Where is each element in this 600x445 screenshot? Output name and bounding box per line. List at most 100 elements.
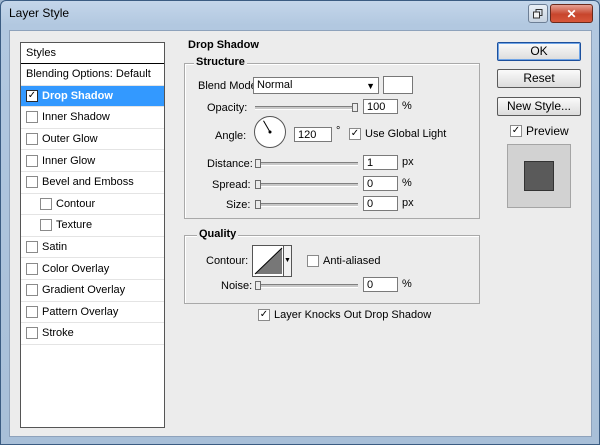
anti-aliased-checkbox[interactable]: Anti-aliased xyxy=(307,255,380,267)
style-item-label: Inner Shadow xyxy=(42,111,110,124)
style-item-satin[interactable]: Satin xyxy=(21,237,164,259)
style-item-label: Color Overlay xyxy=(42,262,110,275)
noise-slider[interactable] xyxy=(255,281,358,290)
checkbox-icon[interactable] xyxy=(26,262,38,275)
distance-field[interactable] xyxy=(363,155,398,170)
style-item-label: Satin xyxy=(42,241,68,254)
angle-dial[interactable] xyxy=(253,115,287,149)
checkbox-icon[interactable] xyxy=(26,305,38,318)
size-label: Size: xyxy=(226,199,251,211)
checkbox-icon: ✓ xyxy=(510,125,522,137)
restore-icon xyxy=(533,8,543,18)
style-item-texture[interactable]: Texture xyxy=(21,215,164,237)
styles-header[interactable]: Styles xyxy=(21,43,164,64)
size-field[interactable] xyxy=(363,196,398,211)
spread-unit: % xyxy=(402,177,412,189)
preview-label: Preview xyxy=(526,124,569,138)
checkbox-icon[interactable] xyxy=(26,154,38,167)
checkbox-icon xyxy=(307,255,319,267)
style-item-label: Texture xyxy=(56,219,93,232)
style-item-contour[interactable]: Contour xyxy=(21,194,164,216)
size-slider[interactable] xyxy=(255,200,358,209)
checkbox-icon[interactable] xyxy=(26,284,38,297)
spread-field[interactable] xyxy=(363,176,398,191)
style-item-inner-shadow[interactable]: Inner Shadow xyxy=(21,107,164,129)
restore-button[interactable] xyxy=(528,4,548,23)
style-item-label: Outer Glow xyxy=(42,133,98,146)
window-title: Layer Style xyxy=(9,6,70,20)
opacity-label: Opacity: xyxy=(207,102,248,114)
style-item-label: Drop Shadow xyxy=(42,89,113,102)
style-item-color-overlay[interactable]: Color Overlay xyxy=(21,258,164,280)
quality-title: Quality xyxy=(197,228,239,240)
preview-checkbox[interactable]: ✓ Preview xyxy=(510,124,569,138)
checkbox-icon[interactable] xyxy=(26,111,38,124)
size-unit: px xyxy=(402,197,414,209)
style-item-label: Gradient Overlay xyxy=(42,284,126,297)
checkbox-icon[interactable] xyxy=(40,219,52,232)
ok-button[interactable]: OK xyxy=(497,42,581,61)
anti-aliased-label: Anti-aliased xyxy=(323,255,381,267)
style-item-gradient-overlay[interactable]: Gradient Overlay xyxy=(21,280,164,302)
contour-curve-icon xyxy=(254,247,283,275)
use-global-light-label: Use Global Light xyxy=(365,128,447,140)
distance-slider-thumb[interactable] xyxy=(255,159,261,168)
checkbox-icon[interactable] xyxy=(26,327,38,340)
spread-label: Spread: xyxy=(212,179,251,191)
layer-style-window: Layer Style ✕ Styles Blending Options: D… xyxy=(0,0,600,445)
style-item-label: Stroke xyxy=(42,327,74,340)
noise-slider-thumb[interactable] xyxy=(255,281,261,290)
contour-dropdown-icon: ▼ xyxy=(283,246,291,276)
blend-mode-select[interactable]: Normal ▼ xyxy=(253,77,379,94)
distance-unit: px xyxy=(402,156,414,168)
style-item-stroke[interactable]: Stroke xyxy=(21,323,164,345)
checkbox-icon[interactable] xyxy=(40,197,52,210)
opacity-slider-thumb[interactable] xyxy=(352,103,358,112)
angle-label: Angle: xyxy=(215,130,247,142)
contour-label: Contour: xyxy=(206,255,249,267)
new-style-button[interactable]: New Style... xyxy=(497,97,581,116)
use-global-light-checkbox[interactable]: ✓ Use Global Light xyxy=(349,128,446,140)
blend-mode-value: Normal xyxy=(257,79,293,91)
angle-field[interactable] xyxy=(294,127,332,142)
drop-shadow-title: Drop Shadow xyxy=(186,39,261,51)
style-item-outer-glow[interactable]: Outer Glow xyxy=(21,129,164,151)
contour-picker[interactable]: ▼ xyxy=(252,245,292,277)
opacity-unit: % xyxy=(402,100,412,112)
distance-slider[interactable] xyxy=(255,159,358,168)
preview-thumbnail xyxy=(507,144,571,208)
spread-slider[interactable] xyxy=(255,180,358,189)
preview-swatch xyxy=(524,161,554,191)
opacity-slider[interactable] xyxy=(255,103,358,112)
title-bar[interactable]: Layer Style ✕ xyxy=(1,1,599,25)
noise-label: Noise: xyxy=(221,280,253,292)
checkbox-icon[interactable] xyxy=(26,241,38,254)
checkbox-icon: ✓ xyxy=(349,128,361,140)
style-item-drop-shadow[interactable]: ✓ Drop Shadow xyxy=(21,85,164,108)
noise-field[interactable] xyxy=(363,277,398,292)
dialog-body: Styles Blending Options: Default ✓ Drop S… xyxy=(9,30,592,437)
checkbox-icon: ✓ xyxy=(258,309,270,321)
shadow-color-swatch[interactable] xyxy=(383,76,413,94)
style-item-label: Bevel and Emboss xyxy=(42,176,134,189)
blend-mode-label: Blend Mode: xyxy=(198,80,260,92)
quality-group xyxy=(184,235,480,304)
opacity-field[interactable] xyxy=(363,99,398,114)
size-slider-thumb[interactable] xyxy=(255,200,261,209)
style-item-label: Inner Glow xyxy=(42,154,96,167)
knocks-out-label: Layer Knocks Out Drop Shadow xyxy=(274,309,432,321)
style-item-pattern-overlay[interactable]: Pattern Overlay xyxy=(21,302,164,324)
chevron-down-icon: ▼ xyxy=(366,81,375,91)
style-item-bevel-and-emboss[interactable]: Bevel and Emboss xyxy=(21,172,164,194)
reset-button[interactable]: Reset xyxy=(497,69,581,88)
style-item-label: Contour xyxy=(56,197,96,210)
checkbox-icon[interactable] xyxy=(26,133,38,146)
blending-options-item[interactable]: Blending Options: Default xyxy=(21,64,164,86)
checkbox-icon[interactable] xyxy=(26,176,38,189)
close-button[interactable]: ✕ xyxy=(550,4,593,23)
checkbox-icon[interactable]: ✓ xyxy=(26,89,38,102)
style-item-inner-glow[interactable]: Inner Glow xyxy=(21,150,164,172)
spread-slider-thumb[interactable] xyxy=(255,180,261,189)
knocks-out-checkbox[interactable]: ✓ Layer Knocks Out Drop Shadow xyxy=(258,309,431,321)
styles-list: Styles Blending Options: Default ✓ Drop S… xyxy=(20,42,165,428)
